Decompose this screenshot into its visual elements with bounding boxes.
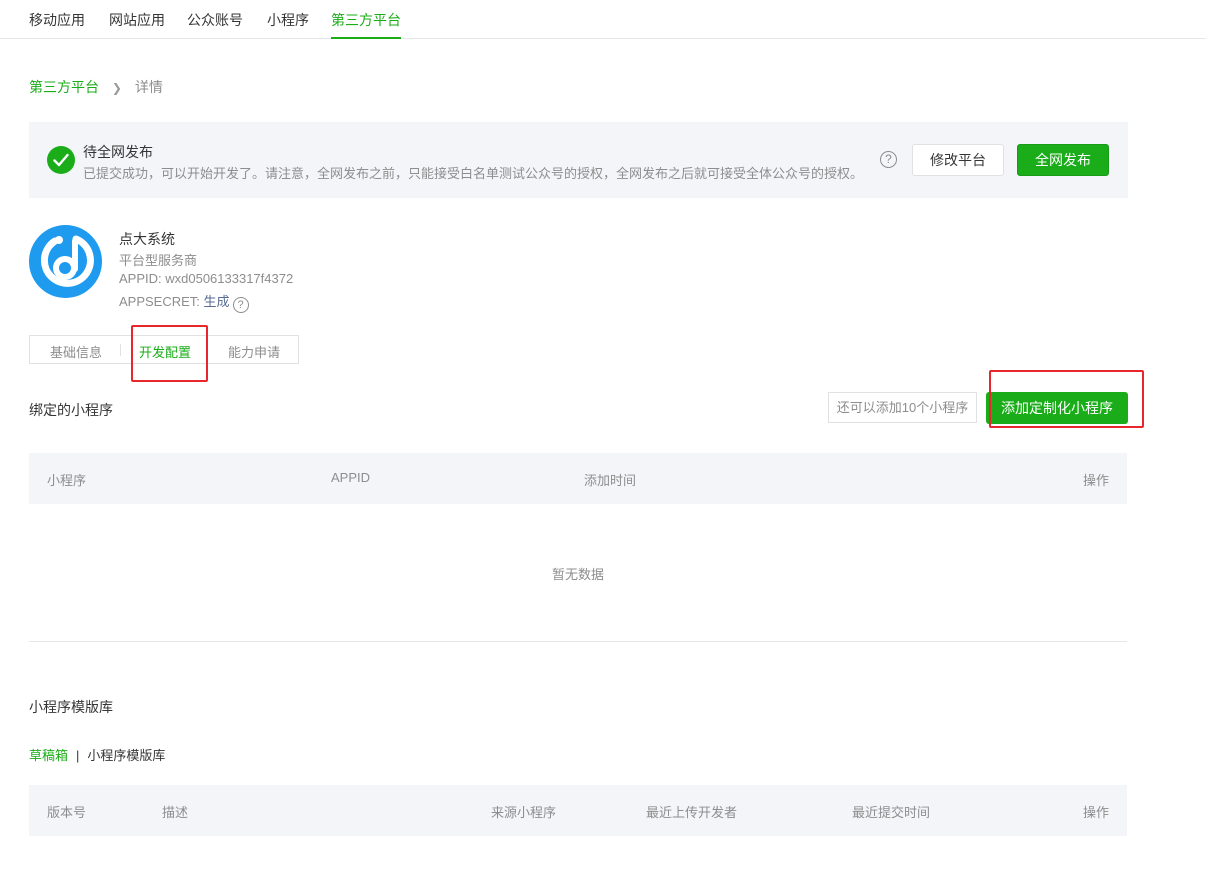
empty-state: 暂无数据 — [551, 567, 604, 582]
col-added-time: 添加时间 — [584, 473, 637, 488]
tab-official-account[interactable]: 公众账号 — [187, 10, 243, 39]
col-description: 描述 — [162, 805, 189, 820]
breadcrumb-third-party[interactable]: 第三方平台 — [29, 79, 99, 95]
tab-divider — [120, 344, 121, 356]
help-icon[interactable]: ? — [880, 151, 897, 168]
tab-drafts[interactable]: 草稿箱 — [29, 748, 68, 763]
tab-capability-apply[interactable]: 能力申请 — [228, 342, 280, 361]
col-version: 版本号 — [47, 805, 87, 820]
help-icon[interactable]: ? — [232, 297, 249, 313]
platform-appsecret: APPSECRET: 生成? — [119, 291, 249, 313]
tab-third-party-platform[interactable]: 第三方平台 — [331, 10, 401, 39]
appsecret-label: APPSECRET: — [119, 294, 204, 309]
tab-basic-info[interactable]: 基础信息 — [50, 342, 102, 361]
status-notice: 待全网发布 已提交成功，可以开始开发了。请注意，全网发布之前，只能接受白名单测试… — [29, 122, 1128, 198]
template-library-title: 小程序模版库 — [29, 699, 113, 715]
col-source-mini-program: 来源小程序 — [491, 805, 557, 820]
col-mini-program: 小程序 — [47, 473, 87, 488]
generate-secret-link[interactable]: 生成 — [204, 294, 230, 309]
tab-template-library[interactable]: 小程序模版库 — [87, 748, 165, 763]
platform-appid: APPID: wxd0506133317f4372 — [119, 271, 294, 286]
breadcrumb: 第三方平台 ❯ 详情 — [29, 77, 163, 97]
notice-title: 待全网发布 — [83, 144, 153, 160]
col-last-uploader: 最近上传开发者 — [646, 805, 738, 820]
divider — [29, 641, 1127, 642]
breadcrumb-current: 详情 — [134, 79, 163, 95]
notice-description: 已提交成功，可以开始开发了。请注意，全网发布之前，只能接受白名单测试公众号的授权… — [83, 166, 864, 181]
highlight-box-add-button — [989, 370, 1144, 428]
library-tabs: 草稿箱 | 小程序模版库 — [29, 745, 165, 764]
library-table-header: 版本号 描述 来源小程序 最近上传开发者 最近提交时间 操作 — [29, 785, 1127, 836]
publish-all-button[interactable]: 全网发布 — [1017, 144, 1109, 176]
bound-mini-programs-title: 绑定的小程序 — [29, 402, 113, 418]
platform-type: 平台型服务商 — [119, 253, 198, 268]
tab-mini-program[interactable]: 小程序 — [267, 10, 309, 39]
chevron-right-icon: ❯ — [111, 81, 122, 95]
tab-mobile-app[interactable]: 移动应用 — [29, 10, 85, 39]
modify-platform-button[interactable]: 修改平台 — [912, 144, 1004, 176]
highlight-box-dev-config — [131, 325, 208, 382]
top-nav: 移动应用 网站应用 公众账号 小程序 第三方平台 — [0, 0, 1206, 39]
bound-table-header: 小程序 APPID 添加时间 操作 — [29, 453, 1127, 504]
col-last-submit-time: 最近提交时间 — [852, 805, 931, 820]
tab-separator: | — [76, 748, 80, 763]
col-appid: APPID — [331, 470, 371, 485]
quota-hint: 还可以添加10个小程序 — [828, 392, 977, 423]
platform-logo — [29, 225, 102, 298]
platform-name: 点大系统 — [119, 231, 175, 247]
col-actions: 操作 — [1083, 473, 1110, 488]
tab-website-app[interactable]: 网站应用 — [109, 10, 165, 39]
success-check-icon — [47, 146, 75, 174]
col-actions: 操作 — [1083, 805, 1110, 820]
